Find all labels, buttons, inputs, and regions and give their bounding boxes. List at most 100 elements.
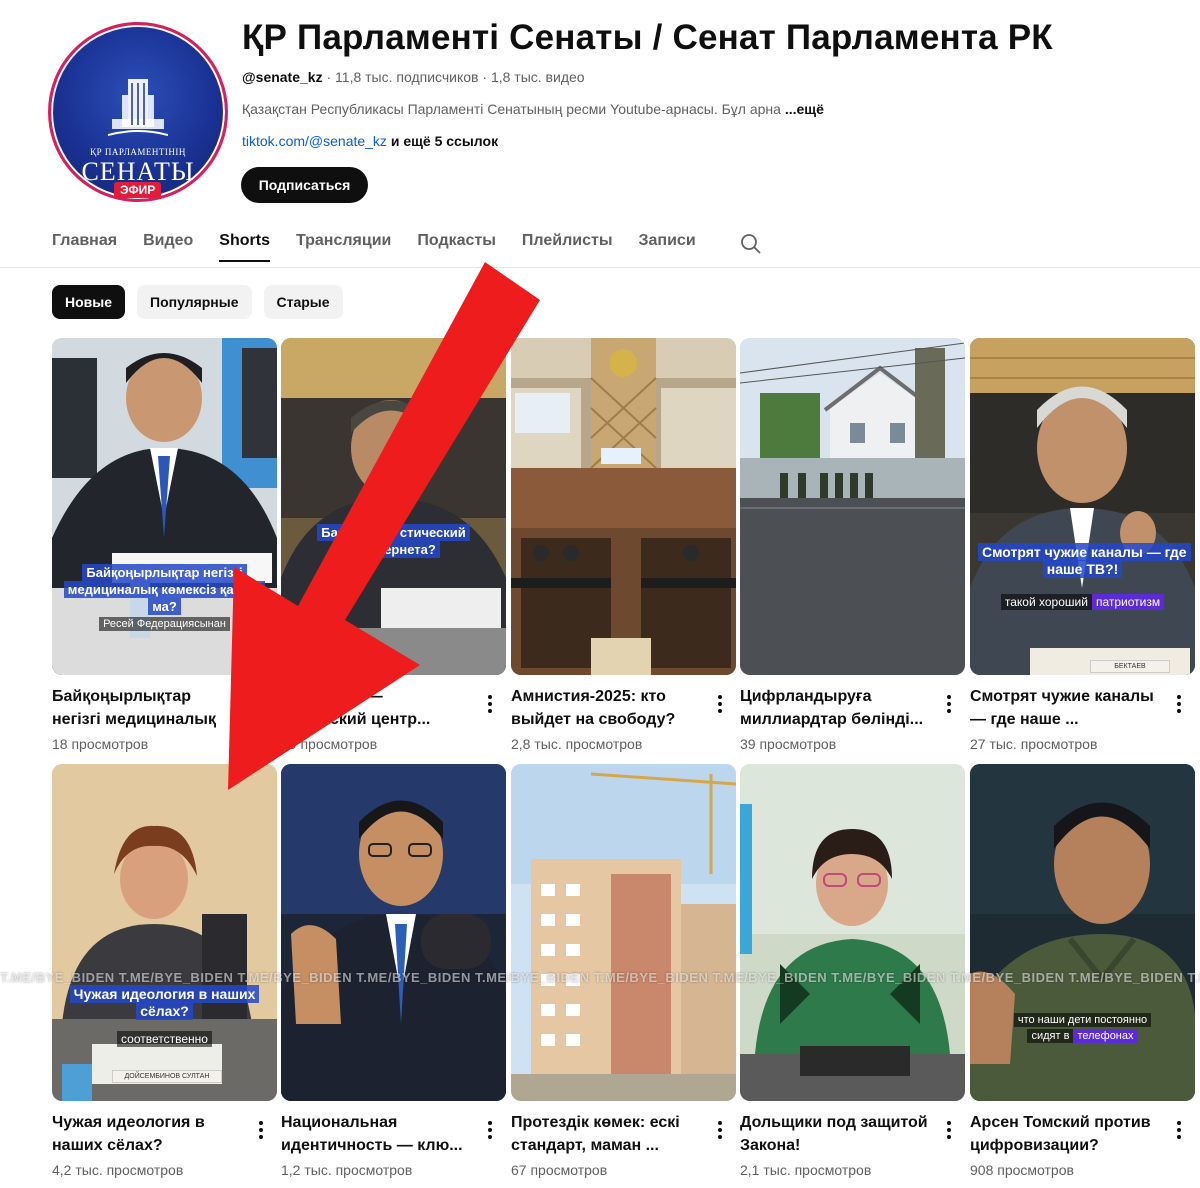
thumbnail-caption: Баяндама... стический ...интернета?: [289, 524, 498, 558]
thumbnail-image: [970, 338, 1195, 675]
channel-meta: @senate_kz · 11,8 тыс. подписчиков · 1,8…: [242, 69, 585, 85]
short-views: 2,1 тыс. просмотров: [740, 1162, 872, 1178]
tabs-divider: [0, 267, 1200, 268]
chip-oldest[interactable]: Старые: [263, 285, 343, 319]
channel-description[interactable]: Қазақстан Республикасы Парламенті Сенаты…: [242, 101, 824, 117]
kebab-menu-icon[interactable]: [714, 692, 726, 716]
thumbnail-image: [281, 764, 506, 1101]
short-thumbnail[interactable]: [511, 338, 736, 675]
meta-separator: ·: [482, 69, 491, 85]
short-thumbnail[interactable]: Смотрят чужие каналы — где наше ТВ?! так…: [970, 338, 1195, 675]
short-title[interactable]: Чужая идеология в наших сёлах?: [52, 1111, 242, 1157]
thumbnail-caption: Байқоңырлықтар негізгі медициналық көмек…: [60, 564, 269, 615]
more-links-button[interactable]: и ещё 5 ссылок: [391, 133, 498, 149]
short-views: 4,2 тыс. просмотров: [52, 1162, 184, 1178]
thumbnail-image: [281, 338, 506, 675]
thumbnail-image: [740, 338, 965, 675]
short-views: 67 просмотров: [511, 1162, 608, 1178]
tab-podcasts[interactable]: Подкасты: [417, 232, 496, 262]
kebab-menu-icon[interactable]: [255, 1118, 267, 1142]
speaker-nameplate: ДОЙСЕМБИНОВ СУЛТАН: [112, 1070, 222, 1083]
kebab-menu-icon[interactable]: [943, 692, 955, 716]
subscribe-button[interactable]: Подписаться: [241, 167, 368, 203]
thumbnail-subtitle: такой хороший патриотизм: [970, 594, 1195, 610]
senate-building-icon: [108, 79, 168, 136]
tab-videos[interactable]: Видео: [143, 232, 193, 262]
thumbnail-caption: Смотрят чужие каналы — где наше ТВ?!: [978, 543, 1191, 578]
thumbnail-image: [52, 764, 277, 1101]
short-title[interactable]: Арсен Томский против цифровизации?: [970, 1111, 1160, 1157]
short-thumbnail[interactable]: [281, 764, 506, 1101]
description-text: Қазақстан Республикасы Парламенті Сенаты…: [242, 101, 781, 117]
short-card[interactable]: Байқоңырлықтар негізгі медициналық көмек…: [52, 338, 277, 752]
short-card[interactable]: Дольщики под защитой Закона! 2,1 тыс. пр…: [740, 764, 965, 1178]
short-thumbnail[interactable]: [740, 338, 965, 675]
thumbnail-subtitle: соответственно: [52, 1031, 277, 1047]
short-thumbnail[interactable]: что наши дети постоянно сидят в телефонах: [970, 764, 1195, 1101]
channel-title: ҚР Парламенті Сенаты / Сенат Парламента …: [242, 18, 1053, 57]
thumbnail-image: [970, 764, 1195, 1101]
kebab-menu-icon[interactable]: [484, 1118, 496, 1142]
short-title[interactable]: Байқоңырлықтар негізгі медициналық көмек…: [52, 685, 242, 731]
description-more-link[interactable]: ...ещё: [785, 101, 824, 117]
kebab-menu-icon[interactable]: [1173, 692, 1185, 716]
tab-playlists[interactable]: Плейлисты: [522, 232, 613, 262]
channel-handle: @senate_kz: [242, 69, 323, 85]
short-views: 69 просмотров: [281, 736, 378, 752]
short-card[interactable]: Амнистия-2025: кто выйдет на свободу? 2,…: [511, 338, 736, 752]
short-thumbnail[interactable]: [740, 764, 965, 1101]
channel-links: tiktok.com/@senate_kz и ещё 5 ссылок: [242, 133, 498, 149]
short-thumbnail[interactable]: Баяндама... стический ...интернета?: [281, 338, 506, 675]
short-title[interactable]: Протездік көмек: ескі стандарт, маман ..…: [511, 1111, 701, 1157]
short-views: 27 тыс. просмотров: [970, 736, 1098, 752]
thumbnail-image: [511, 764, 736, 1101]
sort-chips: Новые Популярные Старые: [52, 285, 343, 319]
video-count: 1,8 тыс. видео: [490, 69, 585, 85]
short-thumbnail[interactable]: [511, 764, 736, 1101]
live-badge: ЭФИР: [114, 182, 162, 198]
short-card[interactable]: Национальная идентичность — клю... 1,2 т…: [281, 764, 506, 1178]
short-card[interactable]: Смотрят чужие каналы — где наше ТВ?! так…: [970, 338, 1195, 752]
kebab-menu-icon[interactable]: [943, 1118, 955, 1142]
kebab-menu-icon[interactable]: [484, 692, 496, 716]
thumbnail-subtitle: Ресей Федерациясынан: [52, 617, 277, 631]
avatar-logo-line1: ҚР ПАРЛАМЕНТІНІҢ: [90, 147, 186, 157]
short-views: 39 просмотров: [740, 736, 837, 752]
thumbnail-subtitle: что наши дети постоянно сидят в телефонах: [970, 1012, 1195, 1044]
short-views: 908 просмотров: [970, 1162, 1074, 1178]
thumbnail-image: [511, 338, 736, 675]
short-thumbnail[interactable]: Чужая идеология в наших сёлах? соответст…: [52, 764, 277, 1101]
channel-tabs: Главная Видео Shorts Трансляции Подкасты…: [52, 232, 722, 262]
short-card[interactable]: Цифрландыруға миллиардтар бөлінді... 39 …: [740, 338, 965, 752]
tab-posts[interactable]: Записи: [639, 232, 696, 262]
short-title[interactable]: Цифрландыруға миллиардтар бөлінді...: [740, 685, 930, 731]
short-title[interactable]: Дольщики под защитой Закона!: [740, 1111, 930, 1157]
short-views: 1,2 тыс. просмотров: [281, 1162, 413, 1178]
kebab-menu-icon[interactable]: [1173, 1118, 1185, 1142]
short-thumbnail[interactable]: Байқоңырлықтар негізгі медициналық көмек…: [52, 338, 277, 675]
thumbnail-caption: Чужая идеология в наших сёлах?: [60, 985, 269, 1020]
tiktok-link[interactable]: tiktok.com/@senate_kz: [242, 133, 387, 149]
subscriber-count: 11,8 тыс. подписчиков: [335, 69, 479, 85]
short-title[interactable]: Амнистия-2025: кто выйдет на свободу?: [511, 685, 701, 731]
search-icon[interactable]: [740, 233, 762, 255]
short-views: 2,8 тыс. просмотров: [511, 736, 643, 752]
chip-popular[interactable]: Популярные: [137, 285, 252, 319]
short-title[interactable]: Байқоңыр — ...тический центр...: [281, 685, 471, 731]
short-card[interactable]: Баяндама... стический ...интернета? Байқ…: [281, 338, 506, 752]
short-card[interactable]: что наши дети постоянно сидят в телефонах…: [970, 764, 1195, 1178]
short-card[interactable]: Протездік көмек: ескі стандарт, маман ..…: [511, 764, 736, 1178]
thumbnail-image: [740, 764, 965, 1101]
tab-shorts[interactable]: Shorts: [219, 232, 270, 262]
short-views: 18 просмотров: [52, 736, 149, 752]
meta-separator: ·: [326, 69, 336, 85]
tab-live[interactable]: Трансляции: [296, 232, 391, 262]
short-title[interactable]: Национальная идентичность — клю...: [281, 1111, 471, 1157]
tab-home[interactable]: Главная: [52, 232, 117, 262]
kebab-menu-icon[interactable]: [714, 1118, 726, 1142]
short-title[interactable]: Смотрят чужие каналы — где наше ...: [970, 685, 1160, 731]
chip-newest[interactable]: Новые: [52, 285, 126, 319]
channel-avatar[interactable]: ҚР ПАРЛАМЕНТІНІҢ СЕНАТЫ: [48, 22, 228, 202]
short-card[interactable]: Чужая идеология в наших сёлах? соответст…: [52, 764, 277, 1178]
speaker-nameplate: БЕКТАЕВ: [1090, 660, 1170, 673]
